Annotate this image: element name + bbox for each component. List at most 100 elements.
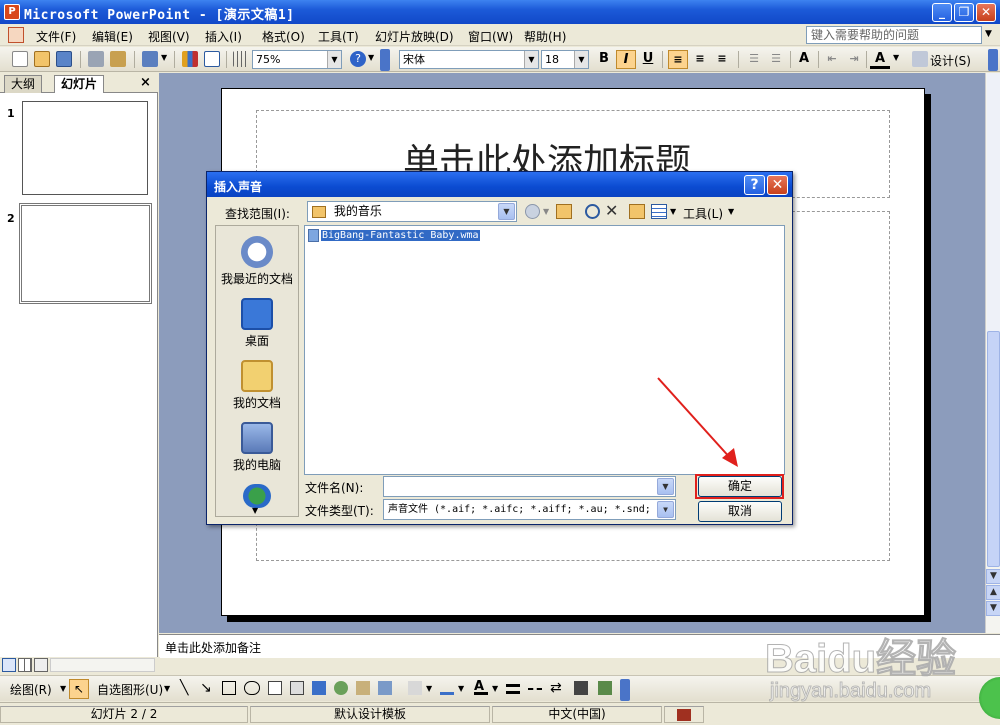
insert-chart-icon[interactable]: [182, 51, 198, 67]
tools-dropdown-icon[interactable]: ▼: [728, 207, 734, 216]
status-template[interactable]: 默认设计模板: [250, 706, 490, 723]
menu-tools[interactable]: 工具(T): [318, 28, 359, 45]
look-in-select[interactable]: 我的音乐 ▼: [307, 201, 517, 222]
document-menu-icon[interactable]: [8, 27, 24, 43]
increase-font-icon[interactable]: A: [794, 50, 814, 69]
filetype-select[interactable]: 声音文件 (*.aif; *.aifc; *.aiff; *.au; *.snd…: [383, 499, 676, 520]
line-icon[interactable]: ╲: [180, 681, 194, 695]
dialog-close-button[interactable]: ✕: [767, 175, 788, 195]
dash-style-icon[interactable]: [528, 688, 542, 692]
ok-button[interactable]: 确定: [698, 476, 782, 497]
align-left-icon[interactable]: ≡: [668, 50, 688, 69]
bullets-icon[interactable]: ☰: [766, 50, 786, 69]
spell-check-icon[interactable]: [664, 706, 704, 723]
zoom-select[interactable]: 75% ▼: [252, 50, 342, 69]
dialog-help-button[interactable]: ?: [744, 175, 765, 195]
grid-icon[interactable]: [233, 51, 249, 67]
draw-menu-button[interactable]: 绘图(R): [10, 681, 52, 698]
decrease-indent-icon[interactable]: ⇤: [822, 50, 842, 69]
toolbar-overflow-icon[interactable]: [380, 49, 390, 71]
underline-button[interactable]: U: [638, 50, 658, 69]
menu-file[interactable]: 文件(F): [36, 28, 76, 45]
increase-indent-icon[interactable]: ⇥: [844, 50, 864, 69]
chevron-down-icon[interactable]: ▼: [458, 684, 464, 693]
new-folder-icon[interactable]: [629, 204, 645, 219]
design-icon[interactable]: [912, 51, 928, 67]
arrow-style-icon[interactable]: ⇄: [550, 681, 564, 695]
places-scroll-down-icon[interactable]: ▼: [252, 506, 258, 515]
undo-dropdown-icon[interactable]: ▼: [161, 53, 167, 62]
place-recent-documents[interactable]: 我最近的文档: [216, 236, 298, 287]
print-icon[interactable]: [88, 51, 104, 67]
slideshow-view-icon[interactable]: [34, 658, 48, 672]
chevron-down-icon[interactable]: ▼: [164, 684, 170, 693]
close-button[interactable]: ✕: [976, 3, 996, 22]
fill-color-icon[interactable]: [408, 681, 422, 695]
chevron-down-icon[interactable]: ▼: [60, 684, 66, 693]
options-dropdown-icon[interactable]: ▼: [368, 53, 374, 62]
chevron-down-icon[interactable]: ▼: [426, 684, 432, 693]
tools-menu[interactable]: 工具(L): [683, 205, 723, 222]
vertical-scrollbar[interactable]: ▼ ▲ ▼: [985, 73, 1000, 633]
align-center-icon[interactable]: ≡: [690, 50, 710, 69]
help-icon[interactable]: ?: [350, 51, 366, 67]
design-button[interactable]: 设计(S): [930, 52, 971, 69]
align-right-icon[interactable]: ≡: [712, 50, 732, 69]
clipart-icon[interactable]: [356, 681, 370, 695]
previous-slide-icon[interactable]: ▲: [986, 585, 1000, 600]
back-icon[interactable]: [525, 204, 540, 219]
line-color-icon[interactable]: [440, 681, 454, 695]
line-style-icon[interactable]: [506, 684, 520, 694]
next-slide-icon[interactable]: ▼: [986, 601, 1000, 616]
place-my-computer[interactable]: 我的电脑: [216, 422, 298, 473]
save-icon[interactable]: [56, 51, 72, 67]
menu-help[interactable]: 帮助(H): [524, 28, 566, 45]
font-select[interactable]: 宋体 ▼: [399, 50, 539, 69]
select-pointer-icon[interactable]: ↖: [69, 679, 89, 699]
menu-view[interactable]: 视图(V): [148, 28, 190, 45]
minimize-button[interactable]: _: [932, 3, 952, 22]
delete-icon[interactable]: ✕: [605, 201, 618, 220]
menu-window[interactable]: 窗口(W): [468, 28, 513, 45]
views-dropdown-icon[interactable]: ▼: [670, 207, 676, 216]
powerpoint-app-icon[interactable]: P: [4, 4, 20, 20]
vertical-textbox-icon[interactable]: [290, 681, 304, 695]
up-folder-icon[interactable]: [556, 204, 572, 219]
bold-button[interactable]: B: [594, 50, 614, 69]
place-my-documents[interactable]: 我的文档: [216, 360, 298, 411]
file-item[interactable]: BigBang-Fantastic Baby.wma: [308, 228, 480, 244]
3d-style-icon[interactable]: [598, 681, 612, 695]
help-question-input[interactable]: 键入需要帮助的问题: [806, 26, 982, 44]
toolbar-overflow-icon[interactable]: [620, 679, 630, 701]
arrow-icon[interactable]: ↘: [200, 681, 214, 695]
tab-slides[interactable]: 幻灯片: [54, 75, 105, 93]
textbox-icon[interactable]: [268, 681, 282, 695]
rectangle-icon[interactable]: [222, 681, 236, 695]
new-icon[interactable]: [12, 51, 28, 67]
restore-button[interactable]: ❐: [954, 3, 974, 22]
views-icon[interactable]: [651, 204, 667, 219]
tab-outline[interactable]: 大纲: [4, 75, 43, 93]
font-color-dropdown-icon[interactable]: ▼: [893, 53, 899, 62]
pane-close-icon[interactable]: ×: [140, 75, 151, 90]
paste-icon[interactable]: [110, 51, 126, 67]
toolbar-overflow-icon[interactable]: [988, 49, 998, 71]
scroll-down-icon[interactable]: ▼: [986, 569, 1000, 584]
chevron-down-icon[interactable]: ▼: [492, 684, 498, 693]
search-web-icon[interactable]: [585, 204, 600, 219]
slide-sorter-icon[interactable]: [18, 658, 32, 672]
normal-view-icon[interactable]: [2, 658, 16, 672]
undo-icon[interactable]: [142, 51, 158, 67]
horizontal-scrollbar[interactable]: [50, 658, 155, 672]
open-icon[interactable]: [34, 51, 50, 67]
font-size-select[interactable]: 18 ▼: [541, 50, 589, 69]
menu-format[interactable]: 格式(O): [262, 28, 305, 45]
italic-button[interactable]: I: [616, 50, 636, 69]
menu-edit[interactable]: 编辑(E): [92, 28, 133, 45]
shadow-icon[interactable]: [574, 681, 588, 695]
filename-input[interactable]: ▼: [383, 476, 676, 497]
cancel-button[interactable]: 取消: [698, 501, 782, 522]
help-dropdown-icon[interactable]: ▼: [985, 29, 992, 39]
numbering-icon[interactable]: ☰: [744, 50, 764, 69]
font-color-icon[interactable]: A: [474, 680, 488, 695]
